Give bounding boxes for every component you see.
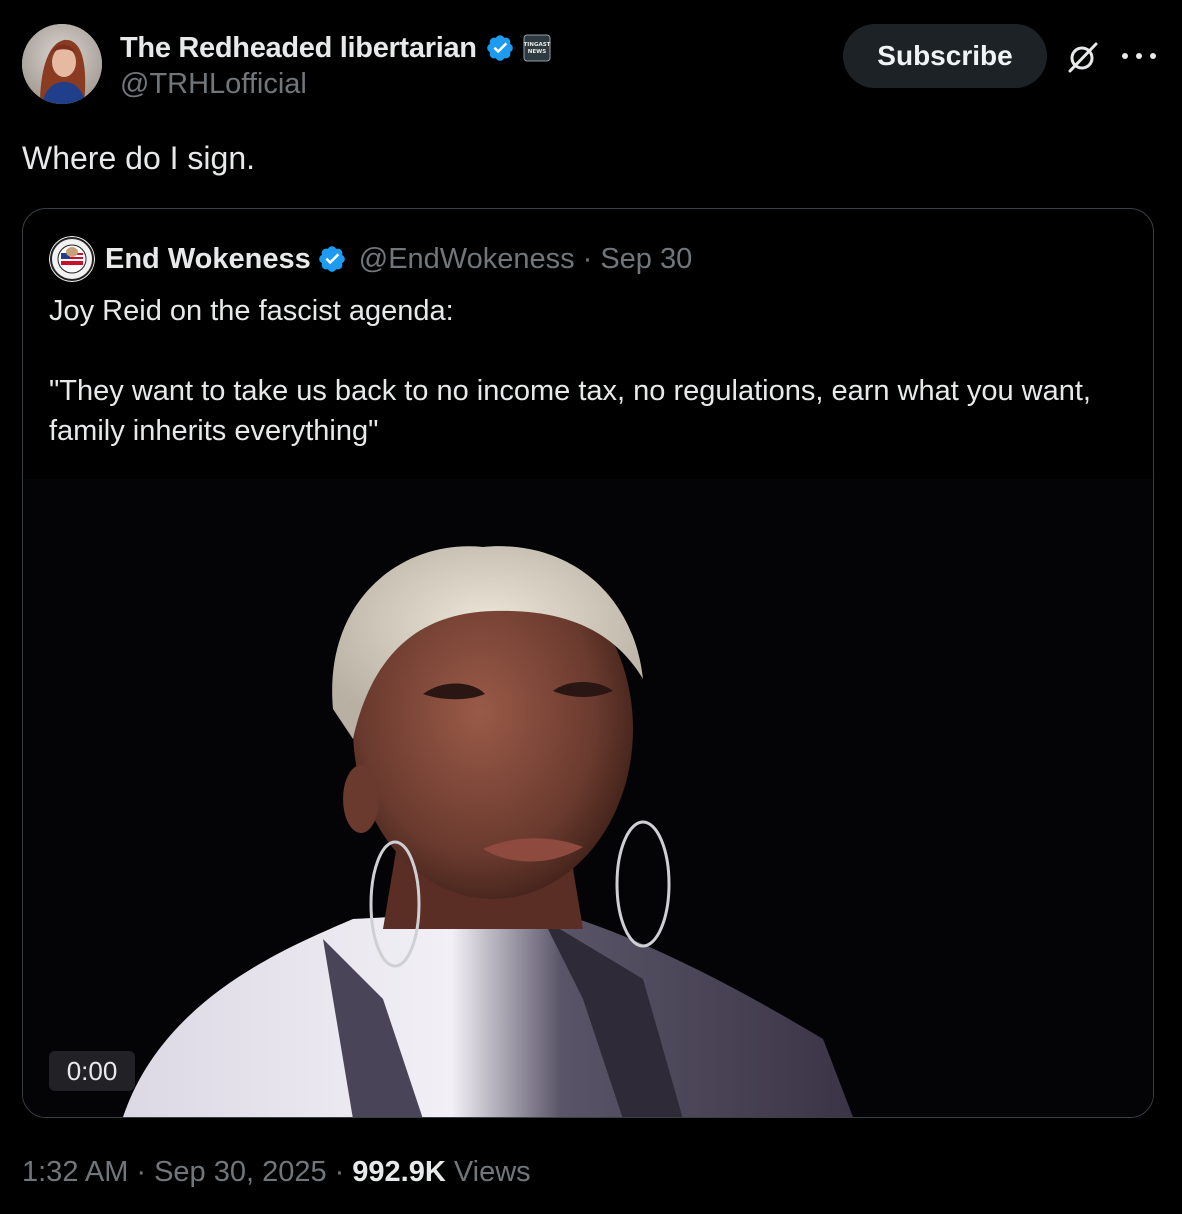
svg-text:TINGAST: TINGAST (523, 42, 550, 48)
svg-text:NEWS: NEWS (528, 49, 546, 55)
video-frame (23, 479, 1153, 1117)
separator-dot: · (136, 1155, 147, 1188)
quoted-post-text: Joy Reid on the fascist agenda: "They wa… (49, 291, 1119, 451)
post-text: Where do I sign. (22, 140, 255, 176)
more-options-icon[interactable] (1116, 44, 1162, 68)
author-display-name[interactable]: The Redheaded libertarian (120, 32, 477, 65)
views-label: Views (453, 1155, 531, 1188)
verified-check-icon (318, 246, 345, 272)
separator-dot: · (582, 242, 593, 275)
author-name-row: The Redheaded libertarian TINGAST NEWS (120, 28, 551, 68)
post-date[interactable]: Sep 30, 2025 (154, 1156, 327, 1189)
quoted-post-date[interactable]: Sep 30 (600, 243, 692, 276)
quoted-author-handle[interactable]: @EndWokeness (359, 243, 575, 276)
affiliate-badge-icon[interactable]: TINGAST NEWS (523, 34, 551, 62)
quoted-author-avatar[interactable] (49, 236, 95, 282)
video-player[interactable] (23, 479, 1153, 1117)
quoted-text-quote: "They want to take us back to no income … (49, 375, 1091, 447)
quoted-text-line1: Joy Reid on the fascist agenda: (49, 295, 454, 327)
verified-check-icon (486, 35, 513, 61)
quoted-author-name[interactable]: End Wokeness (105, 243, 311, 276)
grok-icon[interactable] (1066, 40, 1100, 74)
post-header: The Redheaded libertarian TINGAST NEWS @… (22, 24, 1162, 104)
author-avatar[interactable] (22, 24, 102, 104)
author-handle[interactable]: @TRHLofficial (120, 68, 307, 101)
post-time[interactable]: 1:32 AM (22, 1156, 128, 1189)
separator-dot: · (334, 1155, 345, 1188)
views-count[interactable]: 992.9K (352, 1156, 446, 1189)
subscribe-button[interactable]: Subscribe (843, 24, 1047, 88)
post-meta: 1:32 AM · Sep 30, 2025 · 992.9K Views (22, 1150, 531, 1194)
quoted-post-card[interactable]: End Wokeness @EndWokeness · Sep 30 Joy R… (22, 208, 1154, 1118)
video-time-badge: 0:00 (49, 1051, 135, 1091)
quoted-post-header: End Wokeness @EndWokeness · Sep 30 (49, 236, 692, 282)
